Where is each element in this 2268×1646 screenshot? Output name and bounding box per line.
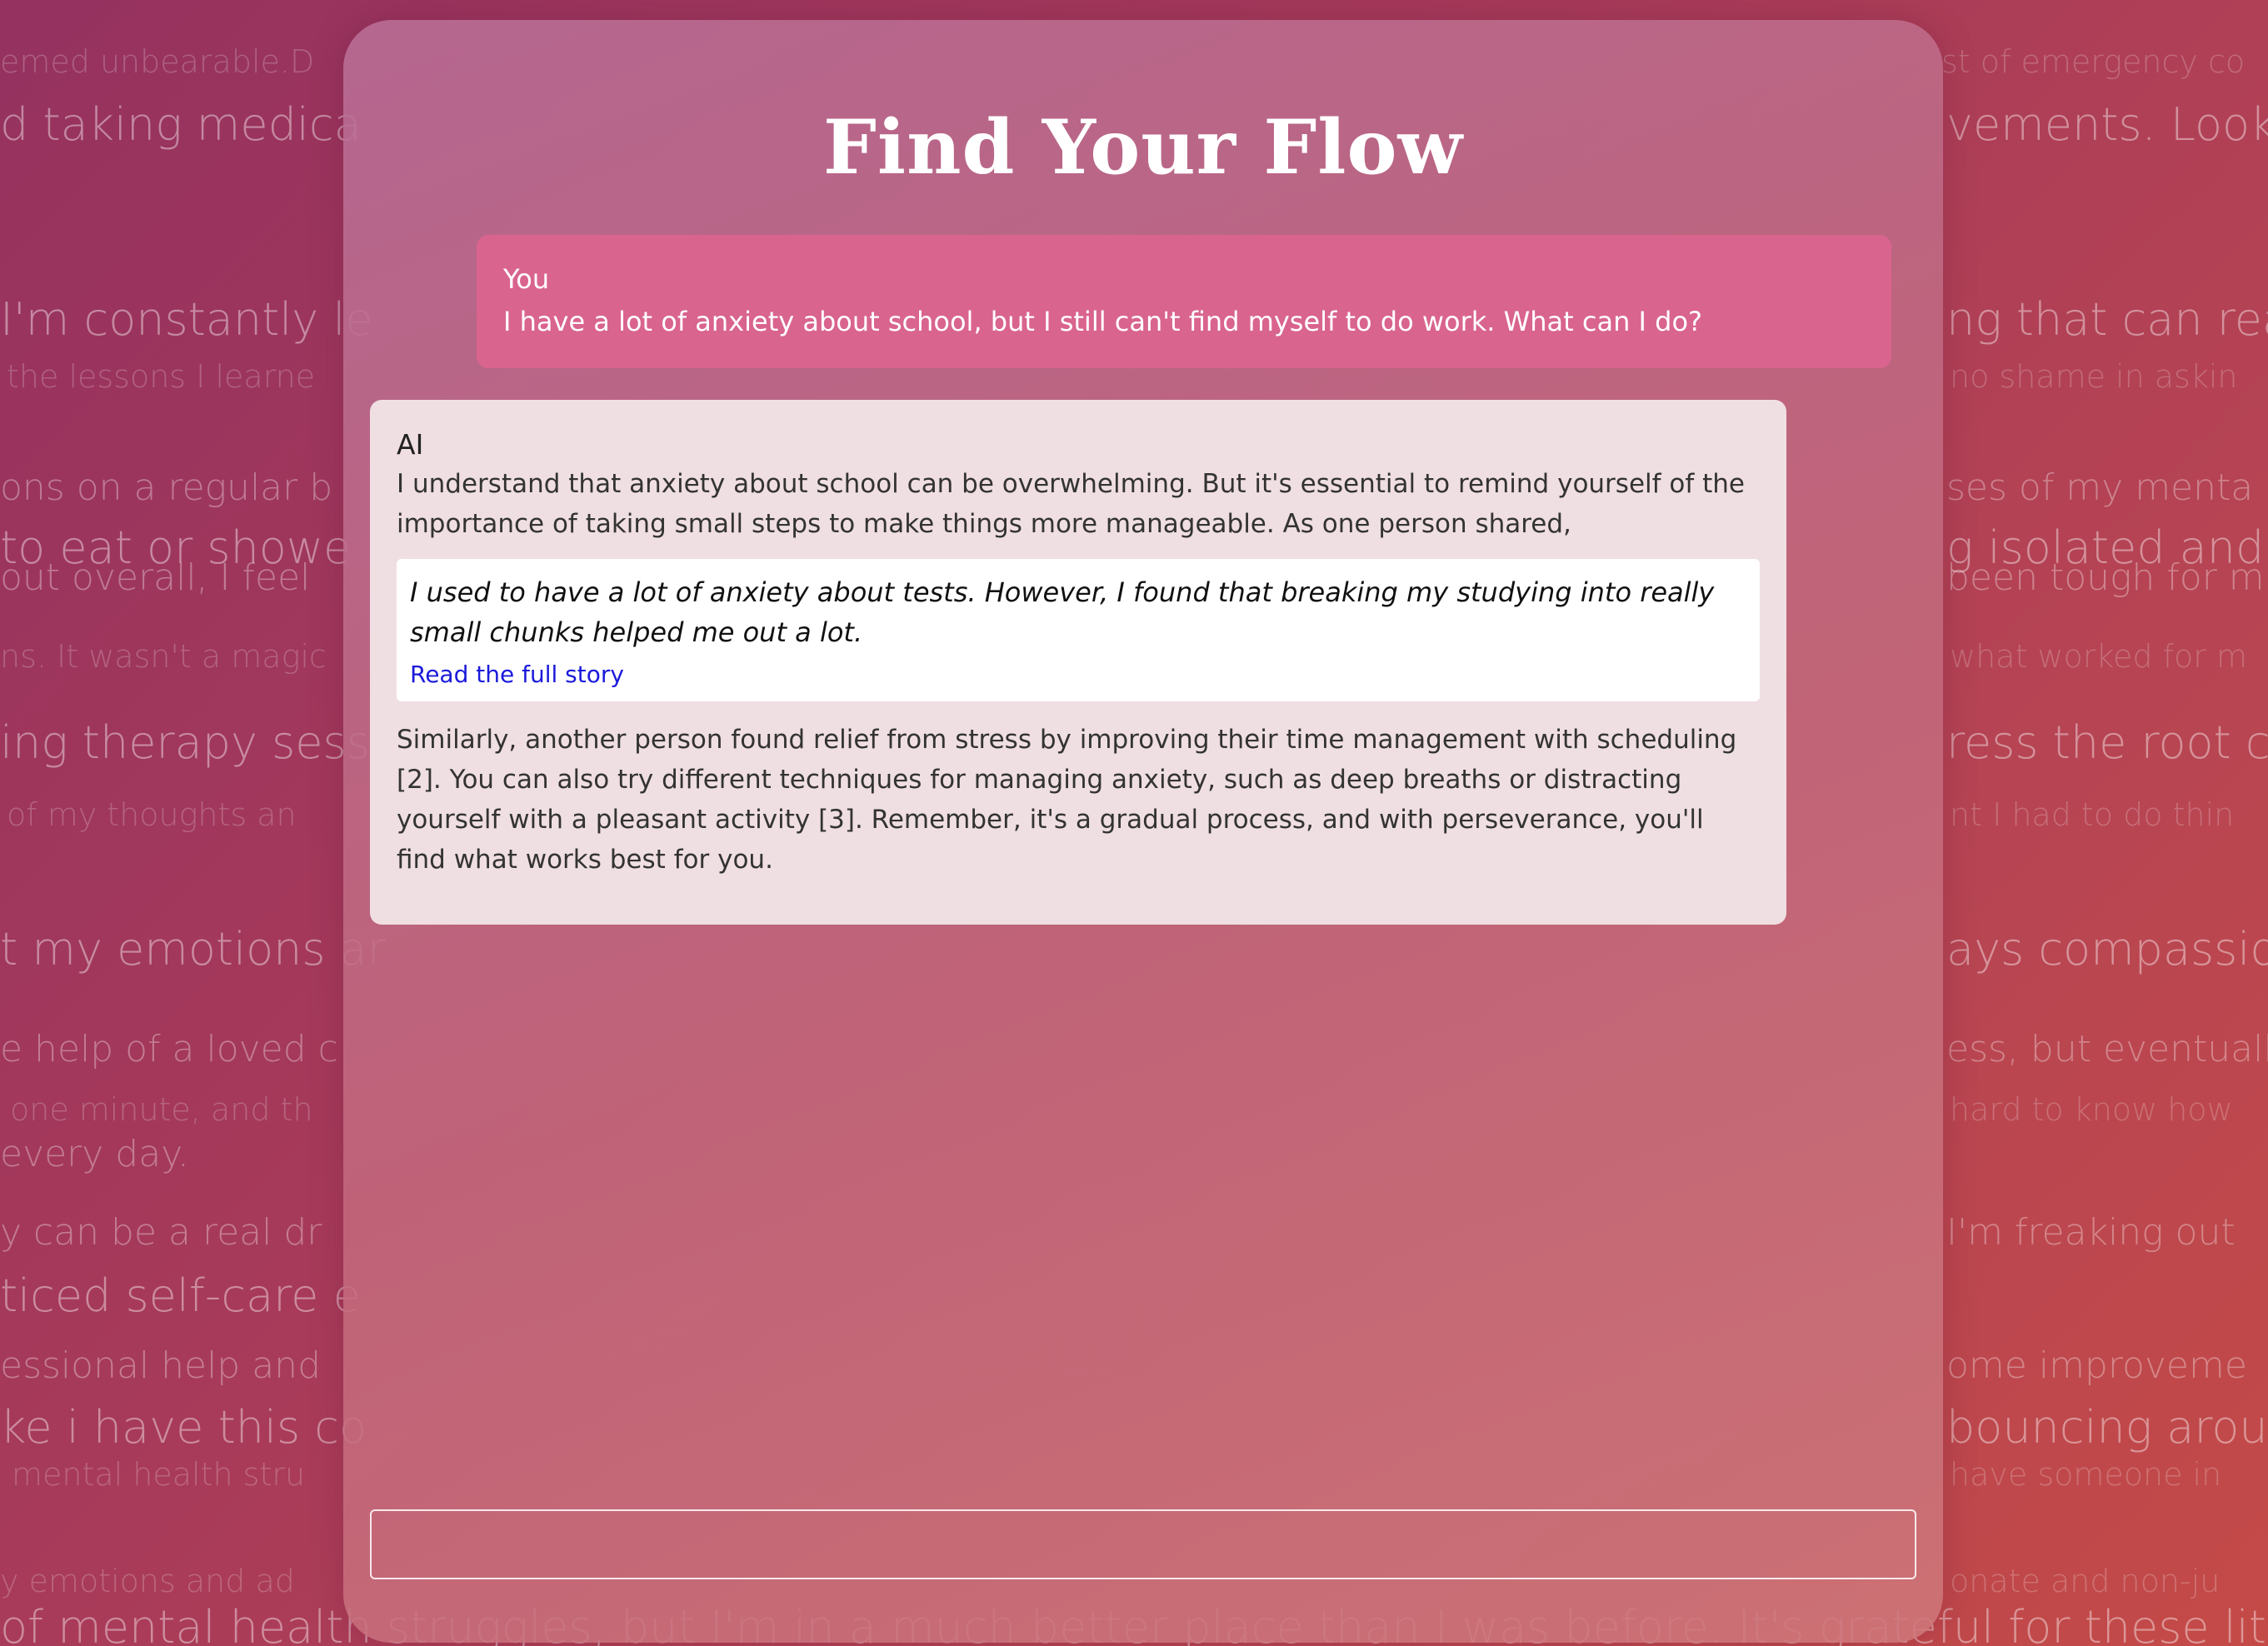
- user-message: You I have a lot of anxiety about school…: [477, 235, 1891, 368]
- background-text-line: d taking medica: [0, 98, 362, 151]
- background-text-line: onate and non-ju: [1950, 1563, 2221, 1599]
- quote-text: I used to have a lot of anxiety about te…: [410, 576, 1715, 648]
- background-text-line: the lessons I learne: [7, 358, 316, 395]
- background-text-line: st of emergency co: [1941, 43, 2246, 80]
- background-text-line: ticed self-care e: [0, 1269, 361, 1322]
- background-text-line: of my thoughts an: [7, 796, 297, 833]
- message-intro: I understand that anxiety about school c…: [397, 469, 1746, 539]
- message-sender: AI: [397, 428, 424, 461]
- read-full-story-link[interactable]: Read the full story: [410, 661, 624, 688]
- background-text-line: e help of a loved c: [0, 1028, 338, 1070]
- background-text-line: y emotions and ad: [0, 1563, 295, 1599]
- background-text-line: I'm constantly le: [0, 293, 373, 346]
- page-title: Find Your Flow: [822, 103, 1463, 192]
- background-text-line: y can be a real dr: [0, 1211, 322, 1254]
- background-text-line: ses of my menta: [1946, 466, 2254, 509]
- background-text-line: mental health stru: [12, 1456, 306, 1493]
- background-text-line: bouncing arour: [1946, 1401, 2268, 1454]
- story-quote: I used to have a lot of anxiety about te…: [397, 559, 1760, 701]
- background-text-line: out overall, I feel: [0, 556, 311, 599]
- background-text-line: nt I had to do thin: [1950, 796, 2235, 833]
- background-text-line: ess, but eventuall: [1946, 1028, 2268, 1070]
- background-text-line: ke i have this co: [0, 1401, 367, 1454]
- background-text-line: what worked for m: [1950, 638, 2247, 675]
- background-text-line: no shame in askin: [1950, 358, 2238, 395]
- message-text: I have a lot of anxiety about school, bu…: [503, 306, 1703, 337]
- background-text-line: every day.: [0, 1133, 189, 1175]
- background-text-line: I'm freaking out: [1946, 1211, 2236, 1254]
- background-text-line: ing therapy sessi: [0, 716, 382, 769]
- message-sender: You: [503, 263, 550, 295]
- background-text-line: ome improveme: [1946, 1344, 2247, 1387]
- background-text-line: hard to know how: [1950, 1091, 2233, 1128]
- background-text-line: one minute, and th: [10, 1091, 313, 1128]
- background-text-line: ays compassiona: [1946, 923, 2268, 975]
- background-text-line: t my emotions ar: [0, 923, 386, 975]
- background-text-line: ons on a regular b: [0, 466, 333, 509]
- message-outro: Similarly, another person found relief f…: [397, 725, 1737, 875]
- background-text-line: have someone in: [1950, 1456, 2222, 1493]
- ai-message: AI I understand that anxiety about schoo…: [370, 400, 1786, 925]
- chat-input[interactable]: [370, 1509, 1916, 1579]
- background-text-line: essional help and: [0, 1344, 321, 1387]
- background-text-line: emed unbearable.D: [0, 43, 315, 80]
- background-text-line: ng that can rea: [1946, 293, 2268, 346]
- background-text-line: been tough for m: [1946, 556, 2265, 599]
- background-text-line: vements. Look: [1946, 98, 2268, 151]
- chat-panel: Find Your Flow You I have a lot of anxie…: [343, 20, 1943, 1643]
- background-text-line: ress the root cau: [1946, 716, 2268, 769]
- background-text-line: ns. It wasn't a magic: [0, 638, 327, 675]
